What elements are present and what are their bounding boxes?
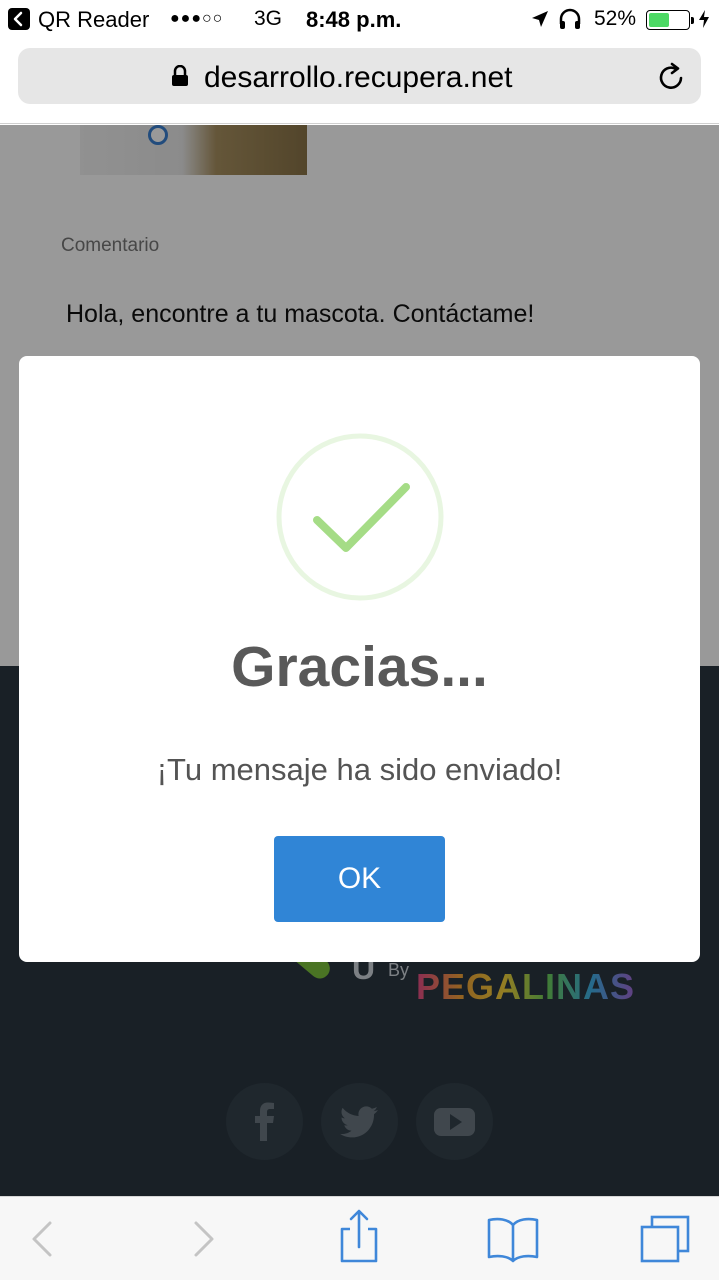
tabs-button[interactable] — [630, 1197, 700, 1280]
forward-icon — [194, 1221, 214, 1257]
back-app-label[interactable]: QR Reader — [38, 7, 149, 33]
status-bar: QR Reader ●●●○○ 3G 8:48 p.m. 52% — [0, 0, 719, 40]
success-check-icon — [276, 433, 444, 601]
browser-toolbar — [0, 1196, 719, 1280]
battery-fill — [649, 13, 669, 27]
signal-strength: ●●●○○ — [170, 10, 224, 27]
back-button[interactable] — [10, 1197, 80, 1280]
url-text[interactable]: desarrollo.recupera.net — [204, 61, 513, 95]
headphones-icon — [558, 8, 582, 36]
success-dialog: Gracias... ¡Tu mensaje ha sido enviado! … — [19, 356, 700, 962]
network-type: 3G — [254, 7, 283, 30]
browser-nav-bar: desarrollo.recupera.net — [0, 40, 719, 124]
back-icon — [32, 1221, 52, 1257]
share-button[interactable] — [324, 1197, 394, 1280]
share-icon — [340, 1209, 378, 1263]
dialog-title: Gracias... — [231, 635, 488, 699]
address-field[interactable]: desarrollo.recupera.net — [18, 48, 701, 104]
back-to-app-icon[interactable] — [8, 8, 30, 30]
dialog-message: ¡Tu mensaje ha sido enviado! — [156, 752, 563, 787]
battery-percent: 52% — [594, 7, 637, 30]
bookmarks-button[interactable] — [478, 1197, 548, 1280]
lock-icon — [171, 64, 189, 92]
charging-bolt-icon — [698, 9, 710, 35]
tabs-icon — [640, 1215, 690, 1263]
reload-icon[interactable] — [657, 60, 687, 97]
battery-icon — [646, 10, 694, 30]
ok-button[interactable]: OK — [274, 836, 445, 922]
bookmarks-icon — [487, 1217, 539, 1263]
clock: 8:48 p.m. — [306, 7, 402, 32]
forward-button[interactable] — [168, 1197, 238, 1280]
location-arrow-icon — [530, 9, 550, 35]
